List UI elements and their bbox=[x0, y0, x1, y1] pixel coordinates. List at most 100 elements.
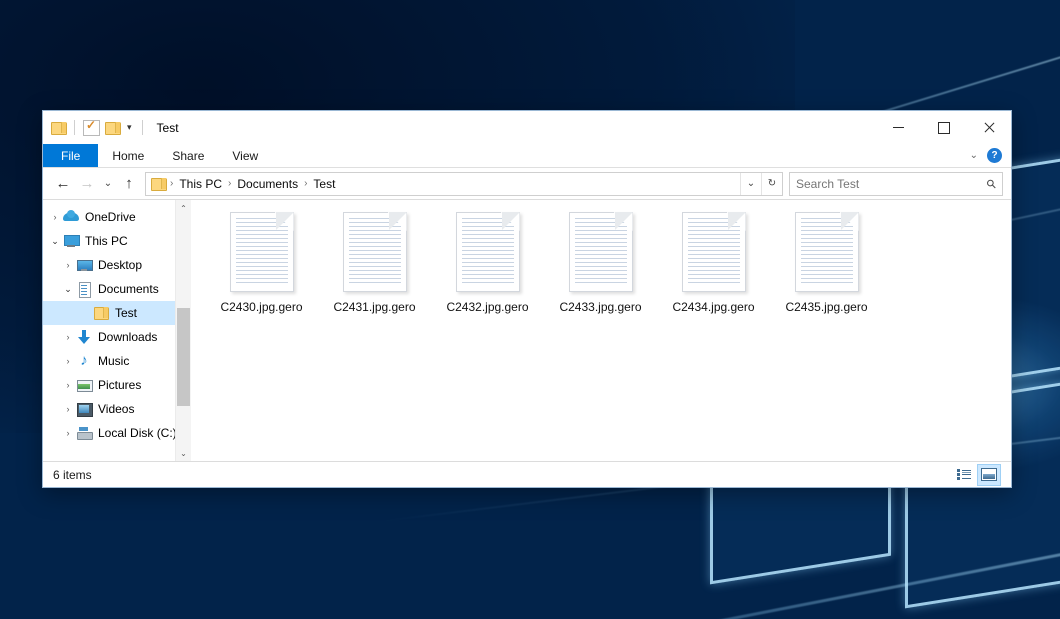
file-item[interactable]: C2433.jpg.gero bbox=[544, 210, 657, 334]
generic-document-icon bbox=[456, 212, 520, 292]
address-bar-row: ← → ⌄ ↑ › This PC › Documents › Test ⌄ ↻… bbox=[43, 168, 1011, 199]
sidebar-item-local-disk-c[interactable]: ›Local Disk (C:) bbox=[43, 421, 191, 445]
breadcrumb-documents[interactable]: Documents bbox=[235, 177, 300, 191]
document-lines-top bbox=[462, 218, 498, 235]
file-name-label: C2433.jpg.gero bbox=[559, 300, 641, 314]
large-icons-view-icon bbox=[981, 468, 997, 481]
navigation-pane: › OneDrive ⌄This PC›Desktop⌄Documents Test ›… bbox=[43, 200, 191, 461]
scroll-up-icon[interactable]: ⌃ bbox=[176, 200, 191, 216]
scrollbar-thumb[interactable] bbox=[177, 308, 190, 406]
ribbon-tabs: File Home Share View ⌄ ? bbox=[43, 144, 1011, 168]
minimize-icon bbox=[893, 127, 904, 128]
file-item[interactable]: C2430.jpg.gero bbox=[205, 210, 318, 334]
tab-home[interactable]: Home bbox=[98, 144, 158, 167]
file-list-pane[interactable]: C2430.jpg.geroC2431.jpg.gero C2432.jpg.ge… bbox=[191, 200, 1011, 461]
chevron-down-icon[interactable]: ⌄ bbox=[740, 173, 761, 195]
navigation-tree: › OneDrive ⌄This PC›Desktop⌄Documents Test ›… bbox=[43, 205, 191, 445]
help-icon[interactable]: ? bbox=[987, 148, 1002, 163]
expand-ribbon-icon[interactable]: ⌄ bbox=[970, 150, 978, 161]
tab-view[interactable]: View bbox=[218, 144, 272, 167]
chevron-right-icon[interactable]: › bbox=[60, 260, 76, 270]
properties-icon[interactable] bbox=[83, 120, 100, 136]
file-name-label: C2432.jpg.gero bbox=[446, 300, 528, 314]
file-name-label: C2434.jpg.gero bbox=[672, 300, 754, 314]
chevron-right-icon[interactable]: › bbox=[60, 428, 76, 438]
generic-document-icon bbox=[682, 212, 746, 292]
document-lines-top bbox=[575, 218, 611, 235]
generic-document-icon bbox=[795, 212, 859, 292]
folder-icon bbox=[93, 305, 109, 321]
chevron-down-icon[interactable]: ⌄ bbox=[47, 236, 63, 247]
disk-icon bbox=[76, 425, 92, 441]
chevron-right-icon[interactable]: › bbox=[60, 380, 76, 390]
breadcrumb-this-pc[interactable]: This PC bbox=[177, 177, 224, 191]
sidebar-item-pictures[interactable]: › Pictures bbox=[43, 373, 191, 397]
chevron-down-icon[interactable]: ⌄ bbox=[60, 284, 76, 295]
forward-button[interactable]: → bbox=[75, 172, 99, 196]
maximize-button[interactable] bbox=[921, 111, 966, 144]
breadcrumb-separator: › bbox=[300, 178, 311, 189]
tab-file[interactable]: File bbox=[43, 144, 98, 167]
sidebar-item-onedrive[interactable]: › OneDrive bbox=[43, 205, 191, 229]
pics-icon bbox=[76, 377, 92, 393]
document-lines-top bbox=[801, 218, 837, 235]
folder-icon[interactable] bbox=[51, 121, 66, 134]
sidebar-item-desktop[interactable]: ›Desktop bbox=[43, 253, 191, 277]
document-lines-top bbox=[349, 218, 385, 235]
sidebar-item-this-pc[interactable]: ⌄This PC bbox=[43, 229, 191, 253]
file-item[interactable]: C2434.jpg.gero bbox=[657, 210, 770, 334]
refresh-icon[interactable]: ↻ bbox=[761, 173, 782, 195]
desktop-icon bbox=[76, 257, 92, 273]
sidebar-item-label: Pictures bbox=[92, 378, 141, 392]
address-bar[interactable]: › This PC › Documents › Test ⌄ ↻ bbox=[145, 172, 783, 196]
ribbon-actions: ⌄ ? bbox=[970, 144, 1011, 167]
toolbar-divider bbox=[142, 120, 143, 135]
chevron-right-icon[interactable]: › bbox=[60, 332, 76, 342]
file-name-label: C2435.jpg.gero bbox=[785, 300, 867, 314]
document-fold bbox=[615, 212, 633, 230]
breadcrumb-separator: › bbox=[166, 178, 177, 189]
document-fold bbox=[728, 212, 746, 230]
sidebar-item-label: Downloads bbox=[92, 330, 157, 344]
document-fold bbox=[389, 212, 407, 230]
close-button[interactable] bbox=[966, 111, 1011, 144]
search-placeholder: Search Test bbox=[796, 177, 859, 191]
sidebar-item-documents[interactable]: ⌄Documents bbox=[43, 277, 191, 301]
window-body: › OneDrive ⌄This PC›Desktop⌄Documents Test ›… bbox=[43, 199, 1011, 461]
breadcrumb-test[interactable]: Test bbox=[311, 177, 337, 191]
document-fold bbox=[276, 212, 294, 230]
sidebar-item-label: OneDrive bbox=[79, 210, 136, 224]
back-button[interactable]: ← bbox=[51, 172, 75, 196]
scroll-down-icon[interactable]: ⌄ bbox=[176, 445, 191, 461]
search-input[interactable]: Search Test ⚲ bbox=[789, 172, 1003, 196]
details-view-button[interactable] bbox=[953, 465, 975, 485]
chevron-down-icon[interactable]: ▾ bbox=[125, 123, 134, 132]
sidebar-item-test[interactable]: Test bbox=[43, 301, 191, 325]
generic-document-icon bbox=[569, 212, 633, 292]
file-item[interactable]: C2431.jpg.gero bbox=[318, 210, 431, 334]
new-folder-icon[interactable] bbox=[105, 121, 120, 134]
tab-share[interactable]: Share bbox=[158, 144, 218, 167]
file-item[interactable]: C2435.jpg.gero bbox=[770, 210, 883, 334]
large-icons-view-button[interactable] bbox=[977, 464, 1001, 486]
sidebar-item-label: Videos bbox=[92, 402, 134, 416]
recent-locations-button[interactable]: ⌄ bbox=[99, 172, 117, 196]
chevron-right-icon[interactable]: › bbox=[60, 404, 76, 414]
desktop: ▾ Test File Home Share View ⌄ ? ← → bbox=[0, 0, 1060, 619]
file-item[interactable]: C2432.jpg.gero bbox=[431, 210, 544, 334]
up-button[interactable]: ↑ bbox=[117, 172, 141, 196]
chevron-right-icon[interactable]: › bbox=[60, 356, 76, 366]
maximize-icon bbox=[938, 122, 950, 134]
navigation-scrollbar[interactable]: ⌃ ⌄ bbox=[175, 200, 191, 461]
sidebar-item-label: Music bbox=[92, 354, 129, 368]
address-bar-actions: ⌄ ↻ bbox=[740, 173, 782, 195]
sidebar-item-videos[interactable]: › Videos bbox=[43, 397, 191, 421]
sidebar-item-music[interactable]: ›♪Music bbox=[43, 349, 191, 373]
sidebar-item-label: Test bbox=[109, 306, 137, 320]
sidebar-item-downloads[interactable]: › Downloads bbox=[43, 325, 191, 349]
minimize-button[interactable] bbox=[876, 111, 921, 144]
document-lines-top bbox=[688, 218, 724, 235]
cloud-icon bbox=[63, 209, 79, 225]
chevron-right-icon[interactable]: › bbox=[47, 212, 63, 222]
window-controls bbox=[876, 111, 1011, 144]
